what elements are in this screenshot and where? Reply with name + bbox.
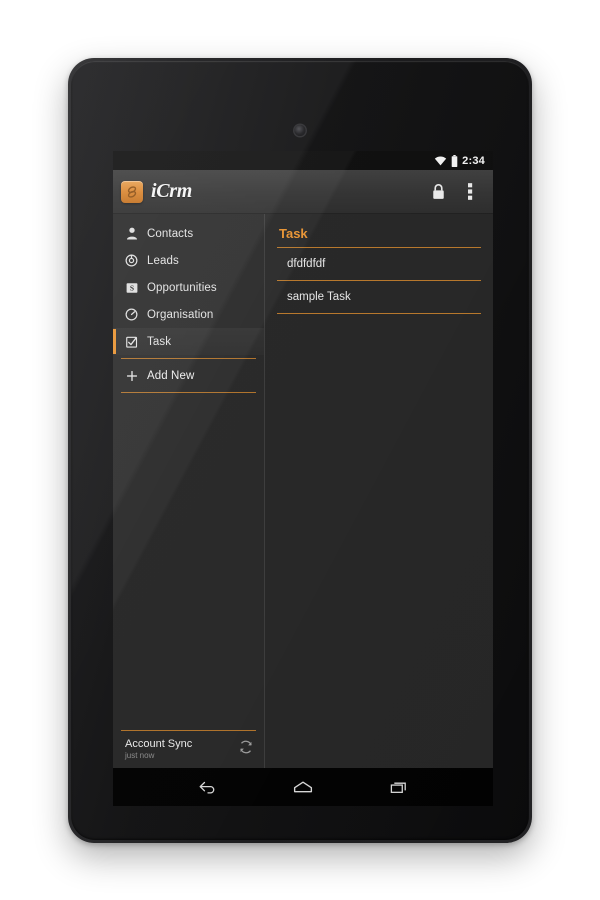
sidebar-item-opportunities[interactable]: S Opportunities bbox=[113, 274, 264, 301]
sidebar-item-label: Task bbox=[147, 335, 172, 348]
device-screen: 2:34 iCrm Contacts Leads S Opportunities… bbox=[113, 151, 493, 806]
speedometer-icon bbox=[123, 308, 140, 321]
home-icon[interactable] bbox=[286, 772, 320, 802]
detail-panel-title: Task bbox=[279, 226, 308, 241]
detail-divider bbox=[277, 247, 481, 248]
app-bar: iCrm bbox=[113, 170, 493, 214]
front-camera-icon bbox=[294, 125, 306, 136]
app-title: iCrm bbox=[151, 180, 193, 202]
sidebar-item-add-new[interactable]: Add New bbox=[113, 362, 264, 389]
sidebar-nav-list: Contacts Leads S Opportunities Organisat… bbox=[113, 214, 264, 396]
sidebar-divider-bottom bbox=[121, 392, 256, 393]
account-sync-texts: Account Sync just now bbox=[125, 738, 238, 760]
android-nav-bar bbox=[113, 768, 493, 806]
detail-divider bbox=[277, 313, 481, 314]
detail-divider bbox=[277, 280, 481, 281]
tablet-device: 2:34 iCrm Contacts Leads S Opportunities… bbox=[68, 58, 532, 843]
sidebar-item-label: Opportunities bbox=[147, 281, 217, 294]
content-area: Contacts Leads S Opportunities Organisat… bbox=[113, 214, 493, 768]
person-icon bbox=[123, 227, 140, 240]
account-sync-title: Account Sync bbox=[125, 738, 193, 750]
device-bezel: 2:34 iCrm Contacts Leads S Opportunities… bbox=[71, 61, 529, 840]
battery-icon bbox=[451, 154, 458, 167]
plus-icon bbox=[123, 370, 140, 382]
target-icon bbox=[123, 254, 140, 267]
icrm-logo-icon[interactable] bbox=[121, 180, 143, 203]
sidebar-item-label: Organisation bbox=[147, 308, 214, 321]
screenshot-root: 2:34 iCrm Contacts Leads S Opportunities… bbox=[0, 0, 600, 900]
list-item-label: sample Task bbox=[287, 291, 351, 303]
detail-panel: Task dfdfdfdf sample Task bbox=[265, 214, 493, 768]
sidebar-item-label: Contacts bbox=[147, 227, 194, 240]
back-icon[interactable] bbox=[190, 772, 224, 802]
sidebar-item-organisation[interactable]: Organisation bbox=[113, 301, 264, 328]
sidebar-item-label: Add New bbox=[147, 369, 195, 382]
sidebar-item-task[interactable]: Task bbox=[113, 328, 264, 355]
wifi-icon bbox=[434, 155, 447, 166]
sidebar: Contacts Leads S Opportunities Organisat… bbox=[113, 214, 265, 768]
account-sync-divider bbox=[121, 730, 256, 731]
status-bar-time: 2:34 bbox=[462, 154, 485, 167]
account-sync-section: Account Sync just now bbox=[113, 730, 264, 768]
sidebar-item-contacts[interactable]: Contacts bbox=[113, 220, 264, 247]
list-item[interactable]: dfdfdfdf bbox=[277, 248, 481, 280]
sidebar-item-leads[interactable]: Leads bbox=[113, 247, 264, 274]
checkbox-icon bbox=[123, 336, 140, 348]
account-sync-row[interactable]: Account Sync just now bbox=[121, 738, 256, 760]
overflow-menu-icon[interactable] bbox=[457, 179, 483, 205]
money-icon: S bbox=[123, 282, 140, 294]
status-bar: 2:34 bbox=[113, 151, 493, 170]
account-sync-subtitle: just now bbox=[125, 751, 155, 760]
recents-icon[interactable] bbox=[382, 772, 416, 802]
list-item[interactable]: sample Task bbox=[277, 281, 481, 313]
refresh-icon[interactable] bbox=[238, 739, 254, 760]
svg-text:S: S bbox=[129, 283, 133, 292]
sidebar-item-label: Leads bbox=[147, 254, 179, 267]
list-item-label: dfdfdfdf bbox=[287, 258, 326, 270]
sidebar-divider-top bbox=[121, 358, 256, 359]
lock-icon[interactable] bbox=[425, 179, 451, 205]
